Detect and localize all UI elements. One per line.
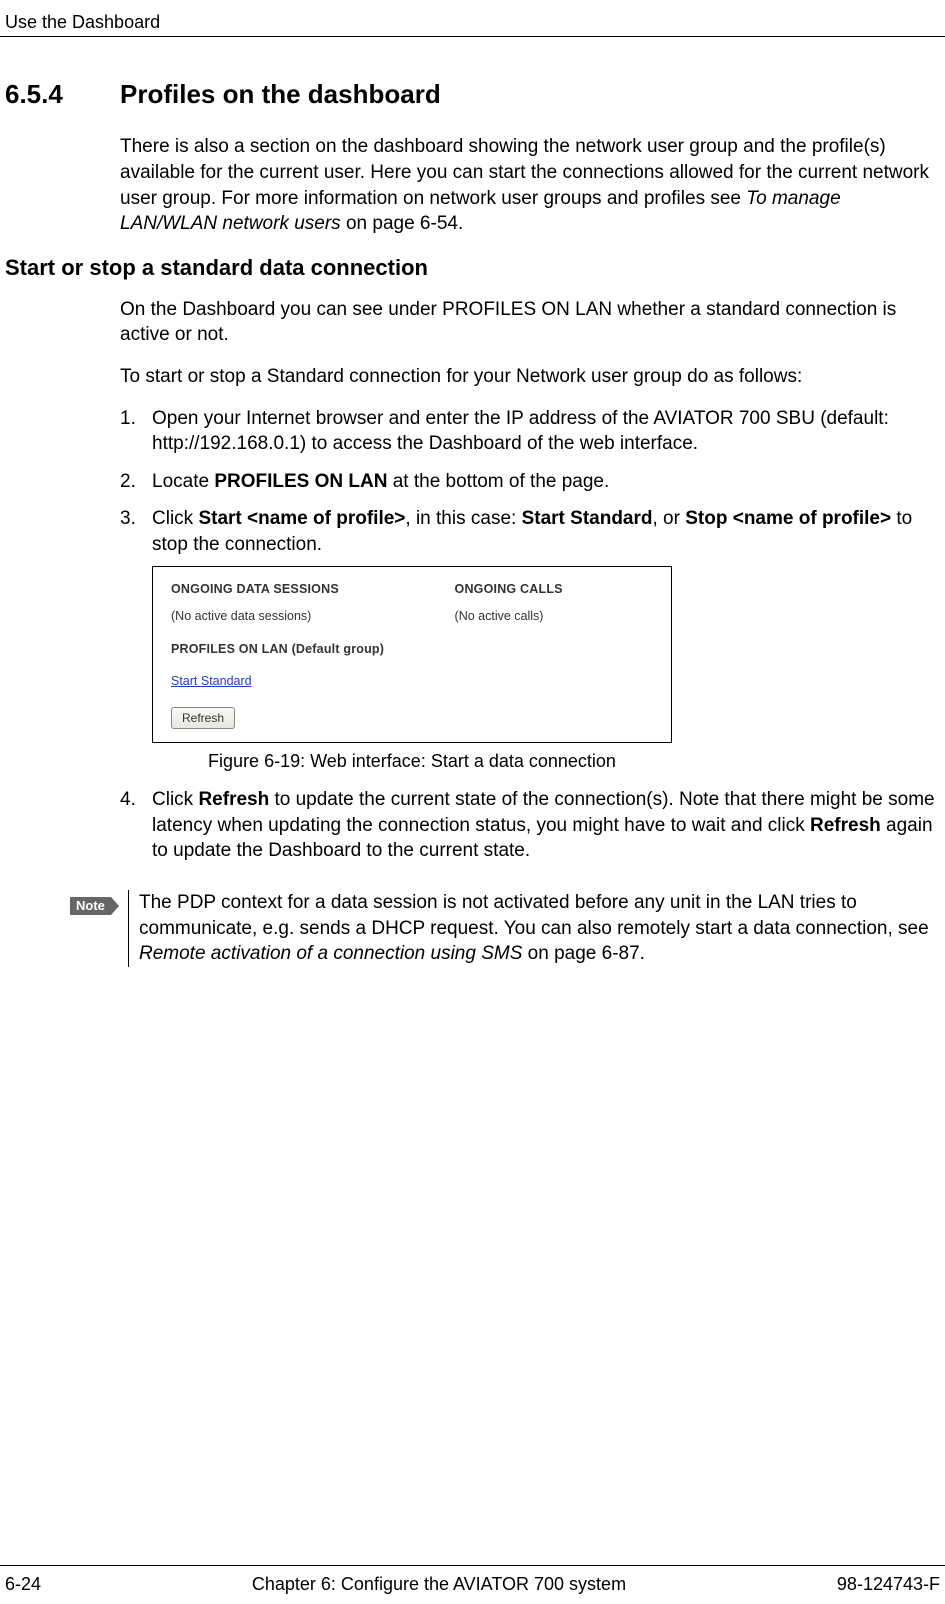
footer-row: 6-24 Chapter 6: Configure the AVIATOR 70…: [0, 1566, 945, 1596]
header-rule: [0, 36, 945, 37]
step-2-a: Locate: [152, 471, 214, 492]
figure-top-row: ONGOING DATA SESSIONS (No active data se…: [171, 581, 653, 639]
note-block: Note The PDP context for a data session …: [70, 890, 935, 967]
profiles-on-lan-heading: PROFILES ON LAN (Default group): [171, 641, 653, 658]
refresh-button-row: Refresh: [171, 704, 653, 730]
running-header-left: Use the Dashboard: [5, 10, 160, 34]
step-4: Click Refresh to update the current stat…: [120, 787, 935, 864]
subsection-p2: To start or stop a Standard connection f…: [120, 364, 935, 390]
step-4-d: Refresh: [810, 815, 881, 836]
figure-box: ONGOING DATA SESSIONS (No active data se…: [152, 566, 672, 743]
step-3-d: Start Standard: [522, 508, 653, 529]
page-content: 6.5.4 Profiles on the dashboard There is…: [0, 77, 945, 967]
note-tag-wrap: Note: [70, 890, 128, 967]
step-3-c: , in this case:: [405, 508, 521, 529]
refresh-button[interactable]: Refresh: [171, 707, 235, 729]
ongoing-calls-text: (No active calls): [455, 608, 653, 625]
subsection-p1: On the Dashboard you can see under PROFI…: [120, 297, 935, 348]
running-header: Use the Dashboard: [0, 0, 945, 36]
footer-chapter: Chapter 6: Configure the AVIATOR 700 sys…: [41, 1572, 837, 1596]
ongoing-data-sessions-heading: ONGOING DATA SESSIONS: [171, 581, 455, 598]
intro-text-b: on page 6-54.: [341, 213, 464, 234]
figure-wrap: ONGOING DATA SESSIONS (No active data se…: [152, 566, 935, 773]
step-3-b: Start <name of profile>: [198, 508, 405, 529]
start-standard-link[interactable]: Start Standard: [171, 673, 252, 690]
note-text-a: The PDP context for a data session is no…: [139, 892, 929, 939]
subsection-heading: Start or stop a standard data connection: [5, 253, 940, 283]
footer-page-number: 6-24: [5, 1572, 41, 1596]
ongoing-calls-heading: ONGOING CALLS: [455, 581, 653, 598]
step-1: Open your Internet browser and enter the…: [120, 406, 935, 457]
step-1-text: Open your Internet browser and enter the…: [152, 408, 889, 455]
figure-col-calls: ONGOING CALLS (No active calls): [455, 581, 653, 639]
footer-doc-id: 98-124743-F: [837, 1572, 940, 1596]
ongoing-data-sessions-text: (No active data sessions): [171, 608, 455, 625]
note-text-b: on page 6-87.: [522, 943, 645, 964]
step-2-bold: PROFILES ON LAN: [214, 471, 387, 492]
step-3: Click Start <name of profile>, in this c…: [120, 506, 935, 773]
step-3-a: Click: [152, 508, 198, 529]
section-heading: 6.5.4 Profiles on the dashboard: [5, 77, 940, 112]
section-title: Profiles on the dashboard: [120, 77, 441, 112]
step-2: Locate PROFILES ON LAN at the bottom of …: [120, 469, 935, 495]
figure-caption: Figure 6-19: Web interface: Start a data…: [152, 749, 672, 773]
note-tag: Note: [70, 897, 111, 915]
page-footer: 6-24 Chapter 6: Configure the AVIATOR 70…: [0, 1565, 945, 1596]
step-3-e: , or: [653, 508, 686, 529]
section-intro: There is also a section on the dashboard…: [120, 134, 935, 237]
section-number: 6.5.4: [5, 77, 120, 112]
step-3-f: Stop <name of profile>: [685, 508, 891, 529]
step-2-c: at the bottom of the page.: [387, 471, 609, 492]
steps-list: Open your Internet browser and enter the…: [120, 406, 935, 865]
step-4-a: Click: [152, 789, 198, 810]
step-4-b: Refresh: [198, 789, 269, 810]
note-body: The PDP context for a data session is no…: [128, 890, 935, 967]
note-xref: Remote activation of a connection using …: [139, 943, 522, 964]
figure-col-sessions: ONGOING DATA SESSIONS (No active data se…: [171, 581, 455, 639]
